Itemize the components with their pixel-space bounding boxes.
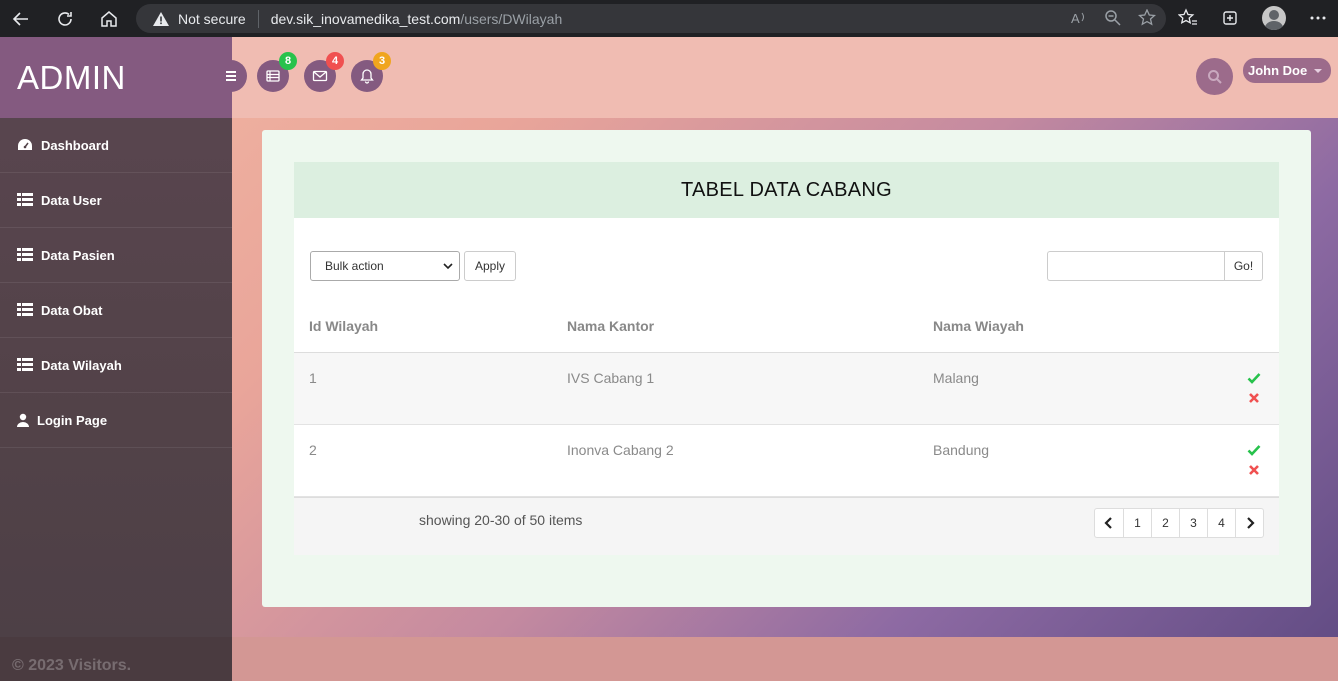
back-icon[interactable] (10, 8, 32, 30)
tasks-button[interactable]: 8 (257, 52, 297, 92)
showing-count: showing 20-30 of 50 items (419, 512, 583, 528)
warning-icon (153, 11, 169, 26)
url-separator (257, 9, 259, 28)
profile-avatar[interactable] (1262, 6, 1286, 30)
bell-icon (360, 69, 374, 84)
apply-button[interactable]: Apply (464, 251, 516, 281)
cell-wilayah: Malang (933, 370, 979, 386)
home-icon[interactable] (98, 8, 120, 30)
cell-kantor: Inonva Cabang 2 (567, 442, 674, 458)
sidebar-item-data-wilayah[interactable]: Data Wilayah (0, 338, 232, 393)
table-header: Id Wilayah Nama Kantor Nama Wiayah (294, 302, 1279, 353)
sidebar-item-data-pasien[interactable]: Data Pasien (0, 228, 232, 283)
envelope-icon (312, 70, 328, 82)
messages-button[interactable]: 4 (304, 52, 344, 92)
table-row: 1 IVS Cabang 1 Malang (294, 353, 1279, 425)
cell-kantor: IVS Cabang 1 (567, 370, 655, 386)
go-button[interactable]: Go! (1224, 251, 1263, 281)
page-title: TABEL DATA CABANG (294, 162, 1279, 218)
chevron-down-icon (443, 263, 453, 270)
pagination-next[interactable] (1235, 509, 1263, 537)
favorites-icon[interactable] (1178, 8, 1198, 28)
cell-id: 1 (309, 370, 317, 386)
sidebar-item-label: Data Wilayah (41, 357, 122, 373)
chevron-left-icon (1104, 517, 1112, 529)
collections-icon[interactable] (1220, 8, 1240, 28)
user-icon (17, 413, 29, 427)
zoom-icon[interactable] (1104, 9, 1122, 27)
more-icon[interactable] (1308, 8, 1328, 28)
grid-icon (17, 358, 33, 371)
pagination-page-2[interactable]: 2 (1151, 509, 1179, 537)
sidebar-item-dashboard[interactable]: Dashboard (0, 118, 232, 173)
browser-toolbar: Not secure dev.sik_inovamedika_test.com /… (0, 0, 1338, 37)
column-header-kantor[interactable]: Nama Kantor (567, 318, 654, 334)
not-secure-label: Not secure (178, 10, 246, 27)
sidebar-item-label: Login Page (37, 412, 108, 428)
sidebar-footer: © 2023 Visitors. (0, 637, 232, 681)
sidebar-item-login-page[interactable]: Login Page (0, 393, 232, 448)
brand-title: ADMIN (0, 37, 232, 118)
content-card: TABEL DATA CABANG Bulk action Apply Go! … (262, 130, 1311, 607)
table-panel: TABEL DATA CABANG Bulk action Apply Go! … (294, 162, 1279, 555)
cell-id: 2 (309, 442, 317, 458)
url-domain: dev.sik_inovamedika_test.com (270, 10, 461, 27)
table-controls: Bulk action Apply Go! (310, 251, 1263, 281)
sidebar-item-label: Data Pasien (41, 247, 115, 263)
tasks-badge: 8 (279, 52, 297, 70)
search-input[interactable] (1047, 251, 1224, 281)
search-button[interactable] (1196, 58, 1233, 95)
reload-icon[interactable] (54, 8, 76, 30)
check-icon[interactable] (1247, 371, 1261, 385)
bottom-strip (232, 637, 1338, 681)
bulk-action-select[interactable]: Bulk action (310, 251, 460, 281)
cell-wilayah: Bandung (933, 442, 990, 458)
notifications-badge: 3 (373, 52, 391, 70)
pagination-prev[interactable] (1095, 509, 1123, 537)
sidebar-item-data-user[interactable]: Data User (0, 173, 232, 228)
sidebar-item-label: Dashboard (41, 137, 109, 153)
delete-icon[interactable] (1248, 464, 1260, 476)
sidebar-item-label: Data User (41, 192, 102, 208)
table-row: 2 Inonva Cabang 2 Bandung (294, 425, 1279, 497)
hamburger-icon (226, 71, 236, 81)
check-icon[interactable] (1247, 443, 1261, 457)
topbar: 8 4 3 John Doe (215, 37, 1338, 118)
pagination-page-3[interactable]: 3 (1179, 509, 1207, 537)
address-bar[interactable]: Not secure dev.sik_inovamedika_test.com /… (136, 4, 1166, 33)
table-footer: showing 20-30 of 50 items 1 2 3 4 (294, 497, 1279, 555)
read-aloud-icon[interactable]: A (1070, 9, 1088, 27)
column-header-id[interactable]: Id Wilayah (309, 318, 378, 334)
sidebar-item-data-obat[interactable]: Data Obat (0, 283, 232, 338)
pagination-page-4[interactable]: 4 (1207, 509, 1235, 537)
sidebar-item-label: Data Obat (41, 302, 103, 318)
search-icon (1207, 69, 1222, 84)
grid-icon (17, 193, 33, 206)
pagination: 1 2 3 4 (1094, 508, 1264, 538)
url-path: /users/DWilayah (460, 10, 563, 27)
tasks-icon (266, 70, 280, 82)
user-name: John Doe (1248, 63, 1308, 78)
notifications-button[interactable]: 3 (351, 52, 391, 92)
add-favorite-icon[interactable] (1138, 9, 1156, 27)
dashboard-icon (18, 139, 32, 150)
sidebar: ADMIN Dashboard Data User Data Pasien Da… (0, 37, 232, 681)
column-header-wilayah[interactable]: Nama Wiayah (933, 318, 1024, 334)
grid-icon (17, 303, 33, 316)
bulk-action-value: Bulk action (325, 259, 384, 273)
svg-text:A: A (1071, 11, 1080, 26)
user-menu-button[interactable]: John Doe (1243, 58, 1332, 83)
caret-down-icon (1314, 69, 1323, 73)
messages-badge: 4 (326, 52, 344, 70)
delete-icon[interactable] (1248, 392, 1260, 404)
pagination-page-1[interactable]: 1 (1123, 509, 1151, 537)
chevron-right-icon (1246, 517, 1255, 529)
menu-toggle-button[interactable] (215, 60, 247, 92)
grid-icon (17, 248, 33, 261)
